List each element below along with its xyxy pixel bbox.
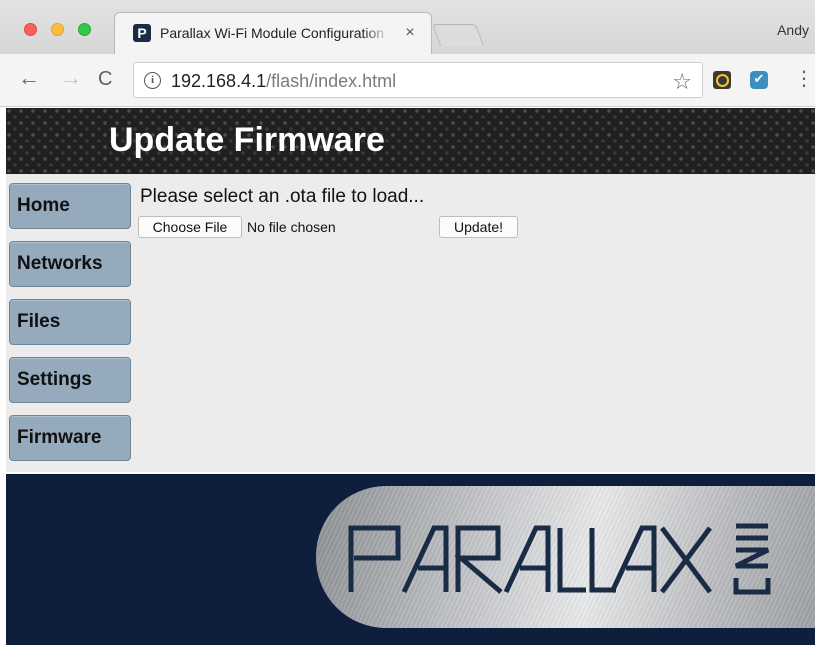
close-window-button[interactable] bbox=[24, 23, 37, 36]
choose-file-button[interactable]: Choose File bbox=[138, 216, 242, 238]
url-text[interactable]: 192.168.4.1/flash/index.html bbox=[171, 71, 396, 92]
tab-close-icon[interactable]: × bbox=[401, 23, 419, 43]
address-bar[interactable]: i 192.168.4.1/flash/index.html ☆ bbox=[133, 62, 703, 98]
back-arrow-icon[interactable]: ← bbox=[18, 66, 40, 90]
browser-menu-icon[interactable]: ⋮ bbox=[794, 67, 814, 91]
nav-home-button[interactable]: Home bbox=[9, 183, 131, 229]
tab-title: Parallax Wi-Fi Module Configuration bbox=[160, 25, 385, 41]
content-area: Home Networks Files Settings Firmware Pl… bbox=[6, 174, 815, 472]
extension-icon[interactable] bbox=[713, 71, 731, 89]
browser-toolbar: ← → C i 192.168.4.1/flash/index.html ☆ ✔… bbox=[0, 54, 815, 107]
parallax-logo-mark bbox=[348, 523, 771, 595]
page-header: Update Firmware bbox=[6, 108, 815, 174]
parallax-favicon-icon: P bbox=[133, 24, 151, 42]
url-path: /flash/index.html bbox=[266, 71, 397, 91]
new-tab-button[interactable] bbox=[431, 24, 485, 46]
zoom-window-button[interactable] bbox=[78, 23, 91, 36]
page-title: Update Firmware bbox=[109, 121, 385, 159]
profile-name[interactable]: Andy bbox=[777, 22, 809, 38]
nav-settings-button[interactable]: Settings bbox=[9, 357, 131, 403]
checkmark-extension-icon[interactable]: ✔ bbox=[750, 71, 768, 89]
parallax-logo bbox=[316, 486, 815, 628]
nav-files-button[interactable]: Files bbox=[9, 299, 131, 345]
nav-networks-button[interactable]: Networks bbox=[9, 241, 131, 287]
file-status-text: No file chosen bbox=[247, 219, 336, 235]
url-host: 192.168.4.1 bbox=[171, 71, 267, 91]
forward-arrow-icon[interactable]: → bbox=[60, 66, 82, 90]
update-button[interactable]: Update! bbox=[439, 216, 518, 238]
browser-tab-strip: P Parallax Wi-Fi Module Configuration × … bbox=[0, 0, 815, 54]
bookmark-star-icon[interactable]: ☆ bbox=[672, 69, 692, 95]
minimize-window-button[interactable] bbox=[51, 23, 64, 36]
footer bbox=[6, 474, 815, 645]
nav-firmware-button[interactable]: Firmware bbox=[9, 415, 131, 461]
info-icon[interactable]: i bbox=[144, 72, 161, 89]
file-prompt: Please select an .ota file to load... bbox=[140, 186, 425, 207]
browser-tab[interactable]: P Parallax Wi-Fi Module Configuration × bbox=[114, 12, 432, 54]
reload-icon[interactable]: C bbox=[98, 67, 112, 91]
